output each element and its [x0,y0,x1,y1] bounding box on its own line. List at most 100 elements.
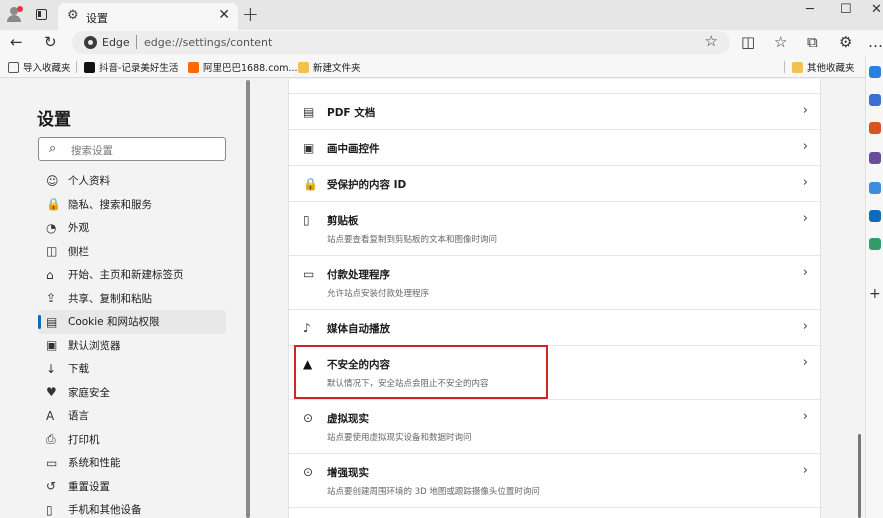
sidebar-item-share[interactable]: ⇪ 共享、复制和粘贴 [38,287,226,311]
profile-icon: ☺ [46,173,59,188]
list-item-media-autoplay[interactable]: ♪ 媒体自动播放 › [289,310,822,346]
bookmark-alibaba[interactable]: 阿里巴巴1688.com... [188,60,298,74]
list-item-payment-handlers[interactable]: ▭ 付款处理程序 允许站点安装付款处理程序 › [289,256,822,310]
refresh-icon[interactable]: ↻ [44,33,57,51]
sidebar-app-icon[interactable] [869,210,881,222]
maximize-button[interactable]: ☐ [840,2,852,17]
bookmarks-bar: 导入收藏夹 抖音-记录美好生活 阿里巴巴1688.com... 新建文件夹 其他… [0,56,883,78]
vr-headset-icon: ⊙ [303,411,314,425]
add-icon[interactable]: + [869,286,881,302]
list-item-pdf[interactable]: ▤ PDF 文档 › [289,94,822,130]
sidebar-item-start-home[interactable]: ⌂ 开始、主页和新建标签页 [38,263,226,287]
content-scrollbar[interactable] [858,434,861,518]
bookmark-import[interactable]: 导入收藏夹 [8,60,71,74]
highlight-box [294,345,548,399]
bookmark-douyin[interactable]: 抖音-记录美好生活 [84,60,178,74]
list-item-protected-content[interactable]: 🔒 受保护的内容 ID › [289,166,822,202]
chevron-right-icon: › [802,139,808,154]
navigation-bar: ← ↻ Edge edge://settings/content ☆ ◫ ☆ ⧉… [0,30,883,56]
edge-site-icon [84,36,97,49]
lock-icon: 🔒 [303,177,318,191]
url-text[interactable]: edge://settings/content [144,36,272,49]
edge-sidebar: + [865,56,883,518]
tab-actions-icon[interactable] [36,9,47,20]
tab-settings[interactable]: ⚙ 设置 ✕ [58,3,238,30]
list-item-augmented-reality[interactable]: ⊙ 增强现实 站点要创建周围环境的 3D 地图或跟踪摄像头位置时询问 › [289,454,822,508]
tab-close-button[interactable]: ✕ [218,7,230,23]
family-icon: ♥ [46,385,57,400]
list-item-virtual-reality[interactable]: ⊙ 虚拟现实 站点要使用虚拟现实设备和数据时询问 › [289,400,822,454]
site-permissions-card: ▤ PDF 文档 › ▣ 画中画控件 › 🔒 受保护的内容 ID › ▯ 剪贴板… [288,79,822,518]
back-icon[interactable]: ← [10,33,23,51]
bookmark-other-folder[interactable]: 其他收藏夹 [792,60,855,74]
appearance-icon: ◔ [46,220,57,235]
list-item-clipboard[interactable]: ▯ 剪贴板 站点要查看复制到剪贴板的文本和图像时询问 › [289,202,822,256]
list-item-picture-in-picture[interactable]: ▣ 画中画控件 › [289,130,822,166]
more-icon[interactable]: … [868,33,883,51]
settings-sidebar: 设置 ⌕ 搜索设置 ☺ 个人资料 🔒 隐私、搜索和服务 ◔ 外观 ◫ 侧栏 ⌂ 开始、主页… [0,79,244,518]
window-close-button[interactable]: ✕ [871,2,882,17]
chevron-right-icon: › [802,175,808,190]
search-icon: ⌕ [49,141,57,156]
page-title: 设置 [37,110,71,130]
sidebar-app-icon[interactable] [869,238,881,250]
cookie-icon: ▤ [46,314,58,329]
sidebar-app-icon[interactable] [869,182,881,194]
sidebar-item-downloads[interactable]: ↓ 下载 [38,357,226,381]
address-bar[interactable]: Edge edge://settings/content ☆ [72,31,730,54]
title-bar: ⚙ 设置 ✕ + ─ ☐ ✕ [0,0,883,30]
sidebar-item-devices[interactable]: ▯ 手机和其他设备 [38,498,226,518]
chevron-right-icon: › [802,103,808,118]
laptop-icon: ▭ [46,455,58,470]
download-icon: ↓ [46,361,57,376]
search-placeholder: 搜索设置 [71,145,113,157]
new-tab-button[interactable]: + [242,2,259,26]
sidebar-item-languages[interactable]: A 语言 [38,404,226,428]
sidebar-item-appearance[interactable]: ◔ 外观 [38,216,226,240]
douyin-icon [84,62,95,73]
sidebar-item-family[interactable]: ♥ 家庭安全 [38,381,226,405]
sidebar-item-sidebar[interactable]: ◫ 侧栏 [38,240,226,264]
sidebar-app-icon[interactable] [869,66,881,78]
sidebar-app-icon[interactable] [869,94,881,106]
sidebar-item-printers[interactable]: ⎙ 打印机 [38,428,226,452]
add-favorite-icon[interactable]: ☆ [705,32,718,50]
sidebar-item-default-browser[interactable]: ▣ 默认浏览器 [38,334,226,358]
lock-icon: 🔒 [46,197,61,212]
sidebar-item-privacy[interactable]: 🔒 隐私、搜索和服务 [38,193,226,217]
printer-icon: ⎙ [46,431,56,446]
extensions-icon[interactable]: ⚙ [839,33,852,51]
sidebar-item-cookies[interactable]: ▤ Cookie 和网站权限 [38,310,226,334]
sidebar-app-icon[interactable] [869,152,881,164]
alibaba-icon [188,62,199,73]
sidebar-item-profile[interactable]: ☺ 个人资料 [38,169,226,193]
bookmark-new-folder[interactable]: 新建文件夹 [298,60,361,74]
chevron-right-icon: › [802,319,808,334]
browser-icon: ▣ [46,338,58,353]
payment-card-icon: ▭ [303,267,315,281]
sidebar-item-reset[interactable]: ↺ 重置设置 [38,475,226,499]
chevron-right-icon: › [802,463,808,478]
import-icon [8,62,19,73]
folder-icon [298,62,309,73]
clipboard-icon: ▯ [303,213,310,227]
music-note-icon: ♪ [303,321,311,335]
sidebar-item-system[interactable]: ▭ 系统和性能 [38,451,226,475]
ar-headset-icon: ⊙ [303,465,314,479]
picture-in-picture-icon: ▣ [303,141,315,155]
sidebar-scrollbar[interactable] [246,80,250,518]
gear-icon: ⚙ [67,8,79,23]
minimize-button[interactable]: ─ [806,2,814,17]
sidebar-app-icon[interactable] [869,122,881,134]
profile-avatar-icon[interactable] [6,6,23,22]
list-item-previous [289,79,822,94]
search-input[interactable]: ⌕ 搜索设置 [38,137,226,161]
chevron-right-icon: › [802,355,808,370]
home-icon: ⌂ [46,267,54,282]
split-screen-icon[interactable]: ◫ [741,33,755,51]
chevron-right-icon: › [802,265,808,280]
favorites-icon[interactable]: ☆ [774,33,787,51]
language-icon: A [46,408,55,423]
collections-icon[interactable]: ⧉ [807,33,818,51]
reset-icon: ↺ [46,479,57,494]
